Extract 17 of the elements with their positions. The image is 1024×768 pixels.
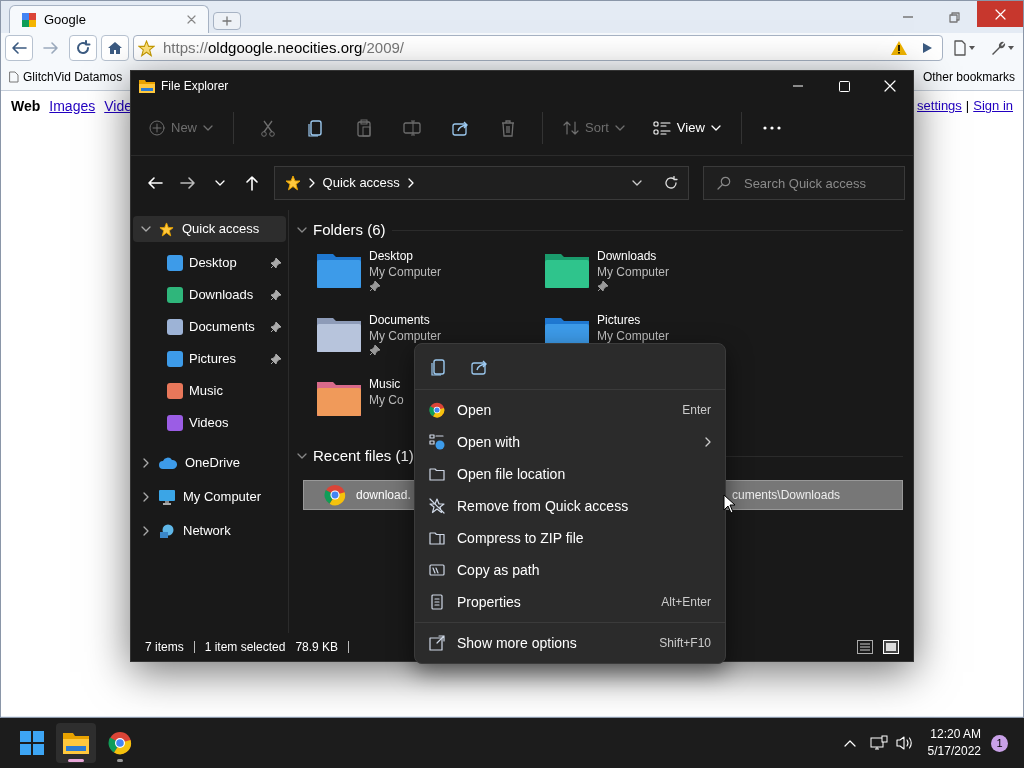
status-text: 1 item selected bbox=[204, 639, 286, 656]
url-text: https://oldgoogle.neocities.org/2009/ bbox=[163, 37, 405, 58]
file-path: cuments\Downloads bbox=[732, 487, 841, 504]
folder-location: My Computer bbox=[597, 264, 670, 280]
folder-location: My Computer bbox=[597, 328, 670, 344]
folder-location: My Computer bbox=[369, 264, 442, 280]
file-name: download. bbox=[356, 487, 412, 504]
shortcut-text: Shift+F10 bbox=[659, 635, 711, 652]
shortcut-text: Alt+Enter bbox=[661, 594, 711, 611]
folder-location: My Co bbox=[369, 392, 404, 408]
status-text: 7 items bbox=[145, 639, 184, 656]
tab-title: Google bbox=[44, 10, 87, 29]
folder-location: My Computer bbox=[369, 328, 442, 344]
shortcut-text: Enter bbox=[682, 402, 711, 419]
link-separator: | bbox=[965, 97, 970, 115]
status-text: 78.9 KB bbox=[295, 639, 339, 656]
window-title: File Explorer bbox=[161, 78, 229, 95]
